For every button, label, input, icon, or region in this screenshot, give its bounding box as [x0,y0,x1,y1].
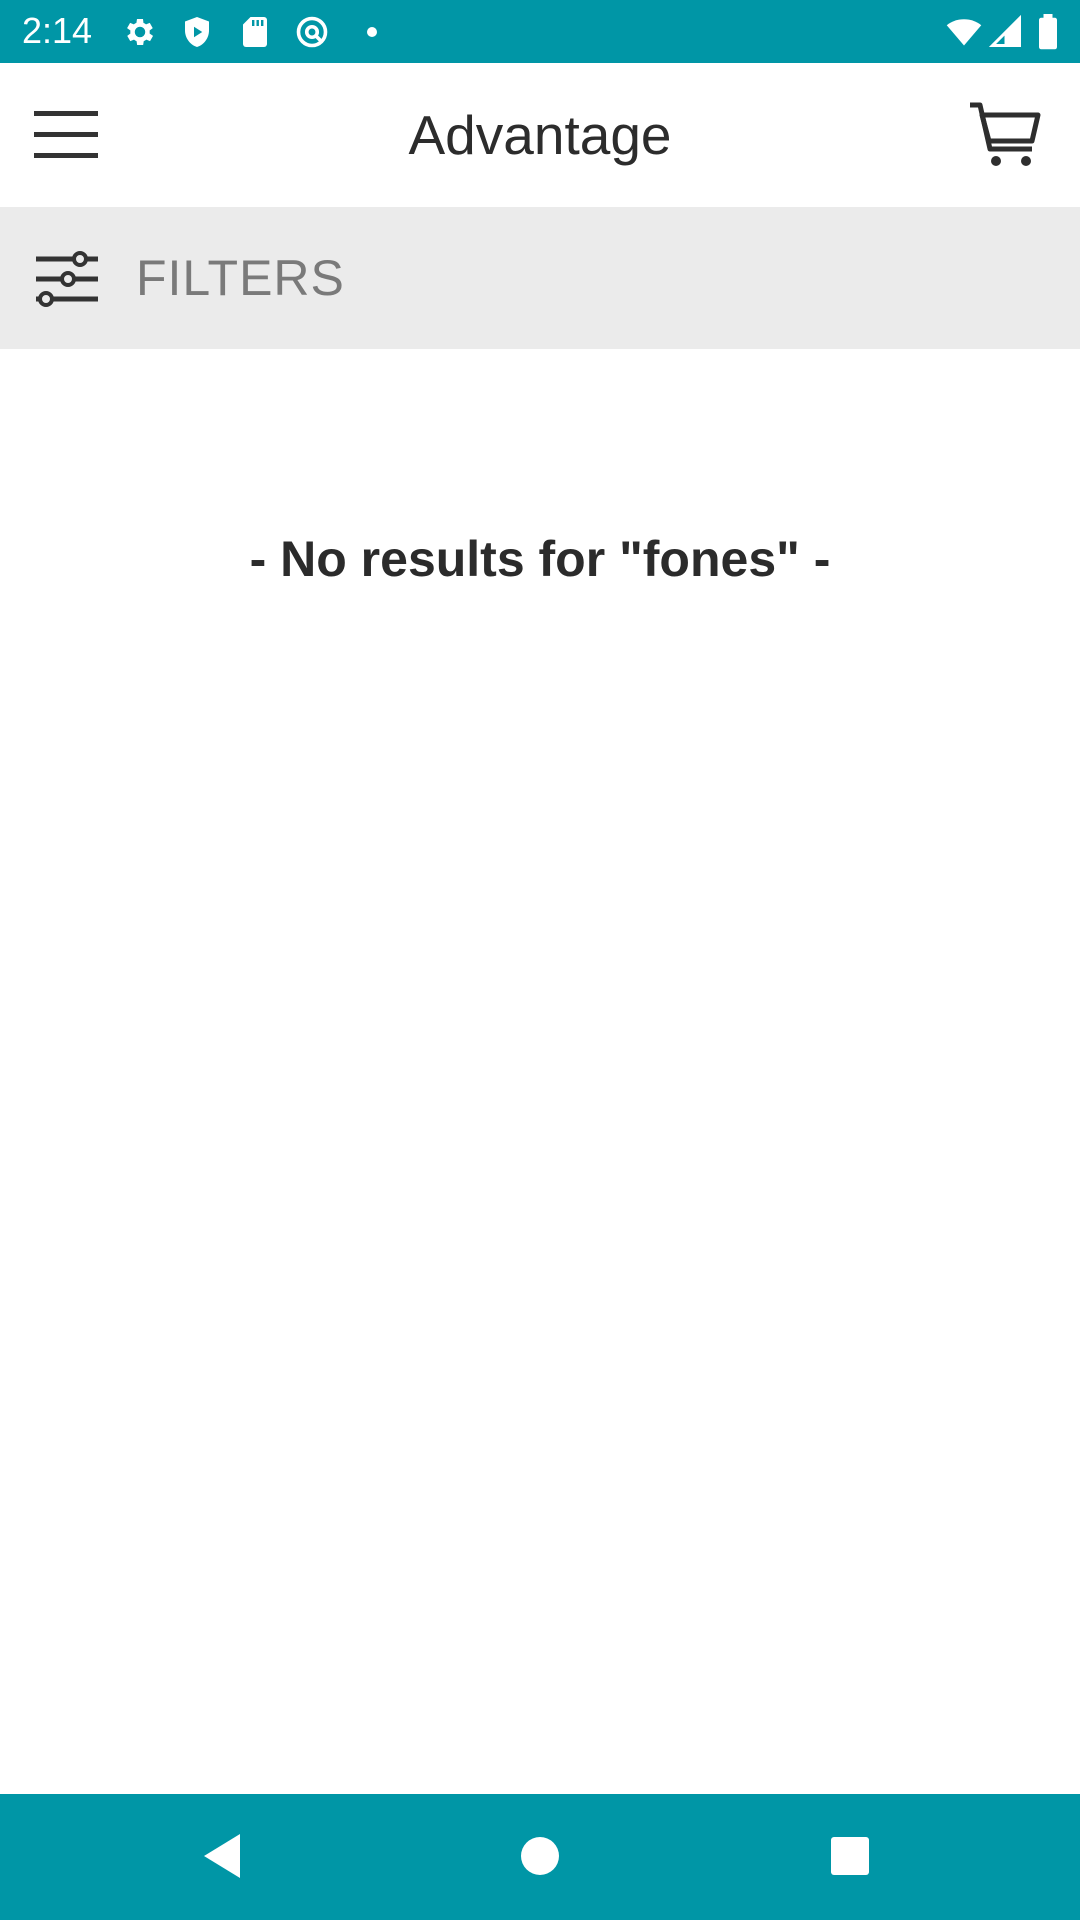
recents-icon [831,1837,869,1875]
sliders-icon [36,251,98,307]
filters-button[interactable]: FILTERS [0,207,1080,349]
cart-button[interactable] [968,99,1044,171]
dot-icon [362,22,382,42]
at-sign-icon [294,14,330,50]
shield-play-icon [179,14,215,50]
home-icon [521,1837,559,1875]
no-results-message: - No results for "fones" - [249,531,831,587]
app-title: Advantage [408,104,672,166]
hamburger-menu-icon [34,111,98,158]
back-button[interactable] [194,1824,258,1888]
recents-button[interactable] [818,1824,882,1888]
system-nav-bar [0,1794,1080,1920]
battery-icon [1036,14,1060,50]
filters-label: FILTERS [136,250,345,306]
status-bar: 2:14 [0,0,1080,63]
sd-card-icon [237,14,273,50]
shopping-cart-icon [970,102,1041,166]
status-time: 2:14 [22,10,93,51]
home-button[interactable] [508,1824,572,1888]
back-icon [204,1834,240,1878]
wifi-icon [944,14,984,50]
signal-icon [988,14,1024,50]
app-bar: Advantage [0,63,1080,207]
menu-button[interactable] [26,103,110,167]
settings-icon [122,14,158,50]
